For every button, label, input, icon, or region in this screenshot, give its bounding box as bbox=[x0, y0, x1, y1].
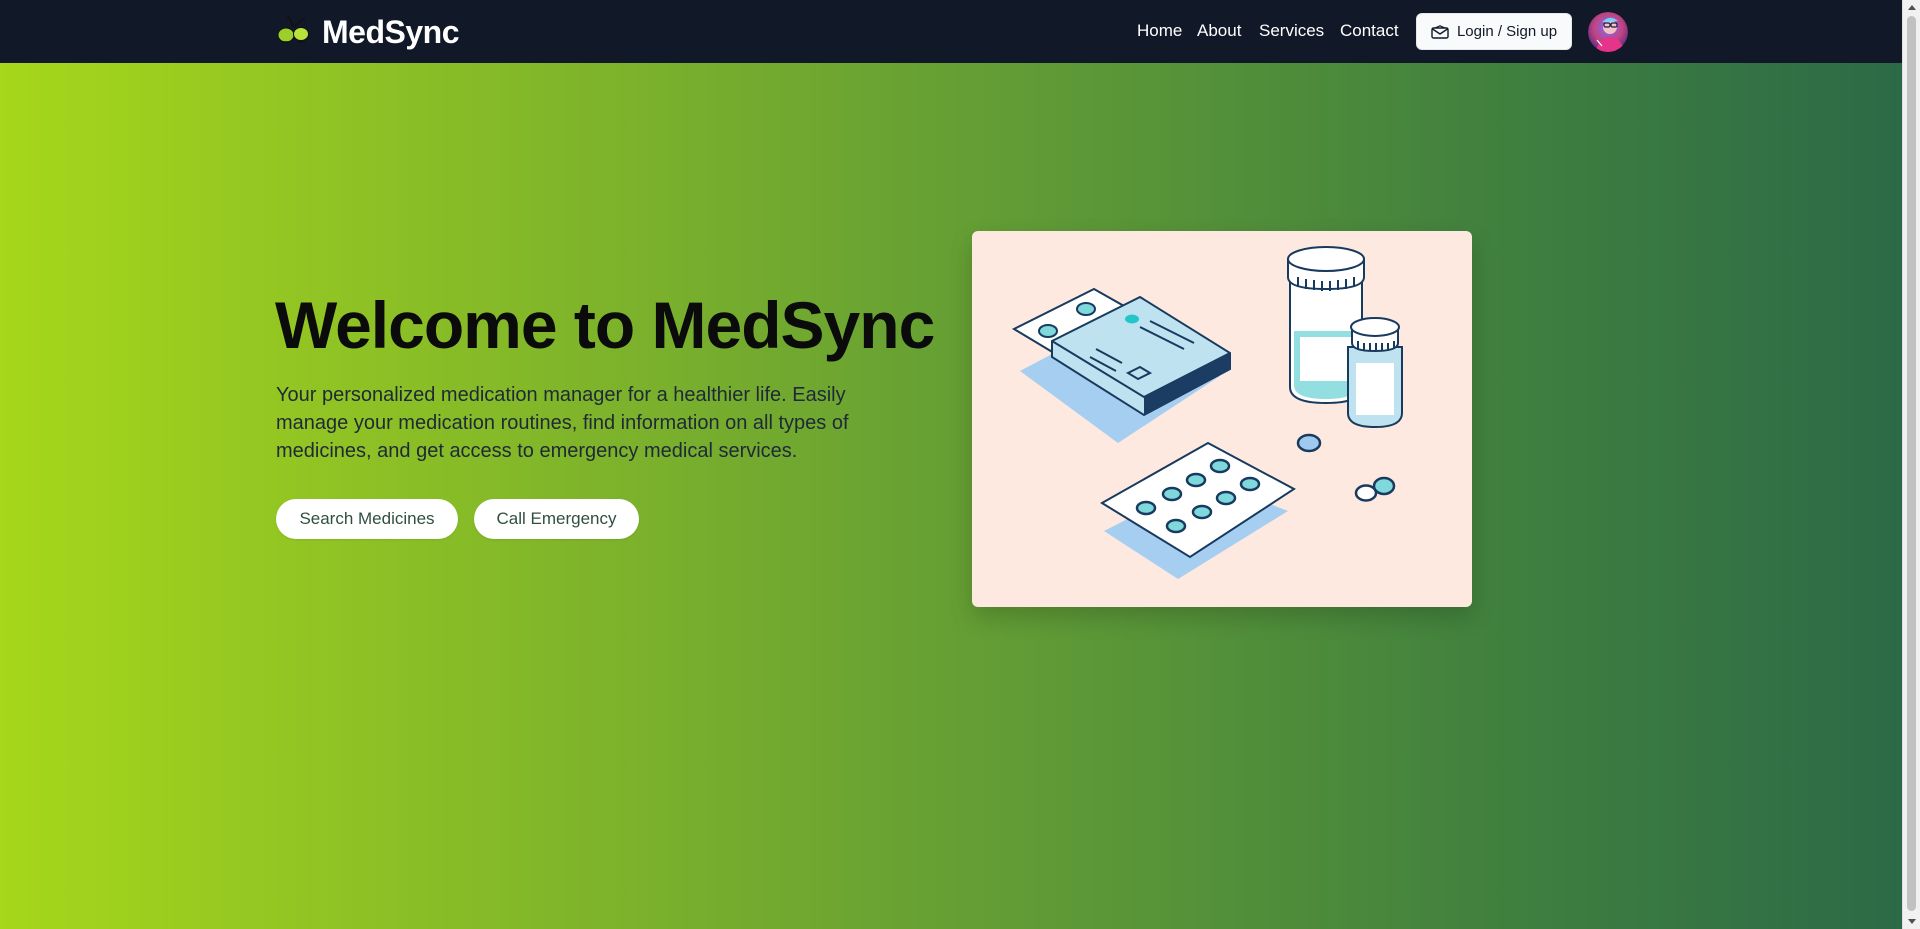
nav-link-about[interactable]: About bbox=[1197, 21, 1241, 41]
call-emergency-button[interactable]: Call Emergency bbox=[474, 499, 639, 539]
loose-pills-illustration bbox=[1296, 433, 1396, 502]
login-signup-button[interactable]: Login / Sign up bbox=[1416, 13, 1572, 50]
login-signup-label: Login / Sign up bbox=[1456, 23, 1558, 40]
user-avatar-icon bbox=[1588, 12, 1628, 52]
navbar: MedSync Home About Services Contact Logi… bbox=[0, 0, 1902, 63]
scrollbar-thumb[interactable] bbox=[1907, 16, 1916, 911]
brand-name: MedSync bbox=[322, 13, 459, 50]
scroll-up-arrow-icon[interactable] bbox=[1908, 5, 1916, 10]
hero-illustration-card bbox=[972, 231, 1472, 607]
medication-illustration bbox=[1011, 246, 1403, 579]
vertical-scrollbar[interactable] bbox=[1902, 0, 1920, 929]
search-medicines-button[interactable]: Search Medicines bbox=[276, 499, 458, 539]
hero-description: Your personalized medication manager for… bbox=[276, 384, 849, 462]
envelope-icon bbox=[1431, 24, 1449, 39]
nav-link-contact[interactable]: Contact bbox=[1340, 21, 1399, 41]
hero-section bbox=[0, 63, 1902, 929]
brand[interactable]: MedSync bbox=[274, 10, 459, 54]
medsync-logo-icon bbox=[277, 15, 309, 43]
prescription-box-illustration bbox=[1011, 287, 1231, 443]
blister-pack-illustration bbox=[1100, 441, 1296, 579]
pill-bottles-illustration bbox=[1287, 246, 1403, 429]
scroll-down-arrow-icon[interactable] bbox=[1908, 919, 1916, 924]
nav-link-home[interactable]: Home bbox=[1137, 21, 1182, 41]
hero-title: Welcome to MedSync bbox=[275, 288, 935, 362]
page: MedSync Home About Services Contact Logi… bbox=[0, 0, 1920, 929]
avatar[interactable] bbox=[1588, 12, 1628, 52]
nav-link-services[interactable]: Services bbox=[1259, 21, 1324, 41]
